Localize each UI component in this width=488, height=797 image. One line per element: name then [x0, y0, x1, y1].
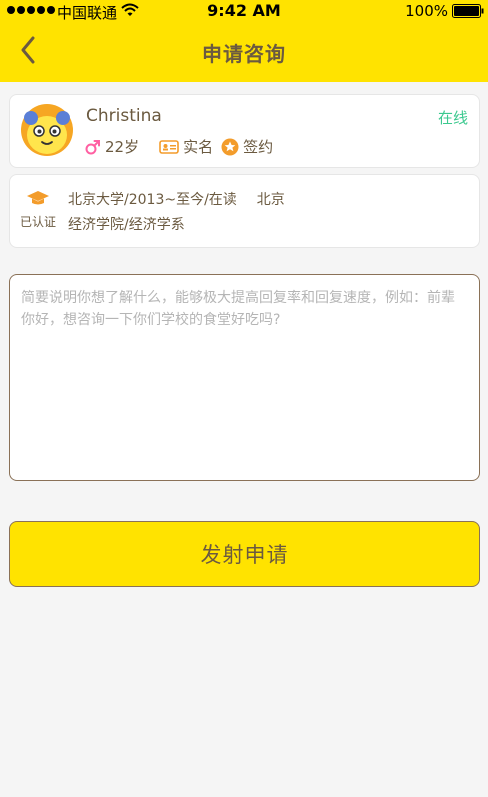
school-info: 北京大学/2013~至今/在读 [68, 192, 237, 208]
online-status-badge: 在线 [437, 109, 468, 127]
navigation-bar: 申请咨询 [0, 22, 488, 82]
id-card-icon [159, 139, 179, 155]
user-name: Christina [86, 106, 162, 126]
consultation-message-input[interactable] [9, 274, 480, 481]
status-bar: 中国联通 9:42 AM 100% [0, 0, 488, 22]
realname-label: 实名 [183, 138, 214, 156]
profile-meta: 22岁 实名 签约 [85, 136, 273, 157]
education-card: 已认证 北京大学/2013~至今/在读 北京 经济学院/经济学系 [9, 174, 480, 248]
signed-label: 签约 [243, 138, 274, 156]
signed-item: 签约 [221, 136, 273, 157]
avatar[interactable] [21, 104, 73, 156]
page-title: 申请咨询 [202, 42, 286, 66]
verified-label: 已认证 [19, 215, 56, 229]
header-bar: 中国联通 9:42 AM 100% 申请咨询 [0, 0, 488, 82]
graduation-cap-icon [26, 191, 50, 211]
profile-card[interactable]: Christina 在线 22岁 实名 签约 [9, 94, 480, 168]
submit-application-button[interactable]: 发射申请 [9, 521, 480, 587]
school-city: 北京 [256, 192, 285, 208]
realname-item: 实名 [159, 136, 213, 157]
education-department: 经济学院/经济学系 [68, 217, 185, 233]
education-school-line: 北京大学/2013~至今/在读 北京 [68, 189, 285, 209]
battery-icon [452, 4, 484, 22]
battery-percentage: 100% [405, 2, 448, 20]
male-icon [85, 139, 101, 155]
age-item: 22岁 [85, 136, 139, 157]
star-badge-icon [221, 138, 239, 156]
verified-badge: 已认证 [10, 189, 66, 230]
age-text: 22岁 [105, 138, 140, 156]
